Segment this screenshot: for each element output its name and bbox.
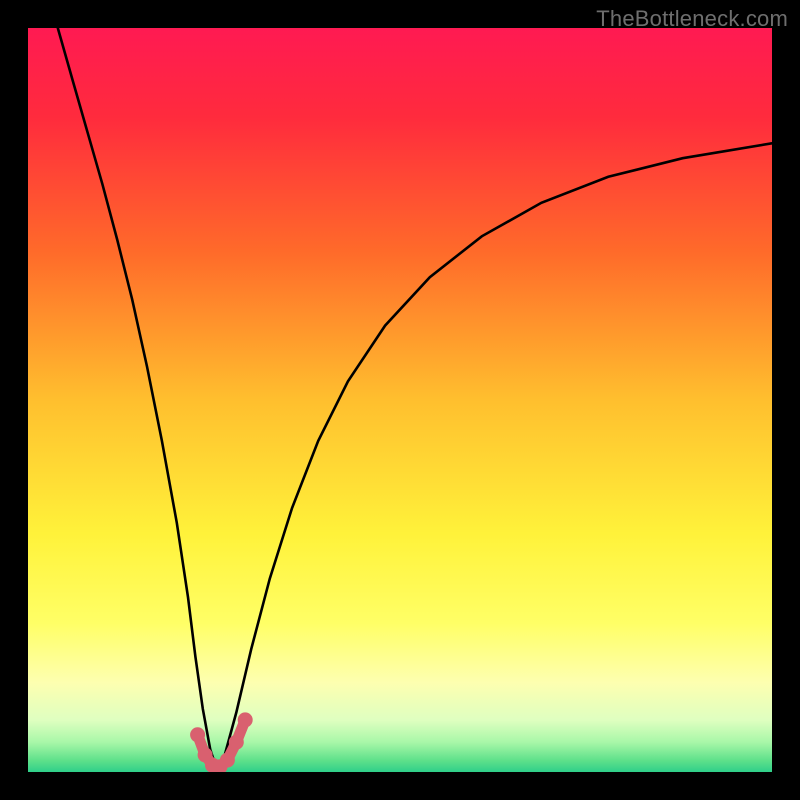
highlight-dot xyxy=(220,753,235,768)
gradient-background xyxy=(28,28,772,772)
watermark-text: TheBottleneck.com xyxy=(596,6,788,32)
highlight-dot xyxy=(238,712,253,727)
highlight-dot xyxy=(190,727,205,742)
bottleneck-chart xyxy=(28,28,772,772)
highlight-dot xyxy=(229,735,244,750)
chart-frame xyxy=(28,28,772,772)
